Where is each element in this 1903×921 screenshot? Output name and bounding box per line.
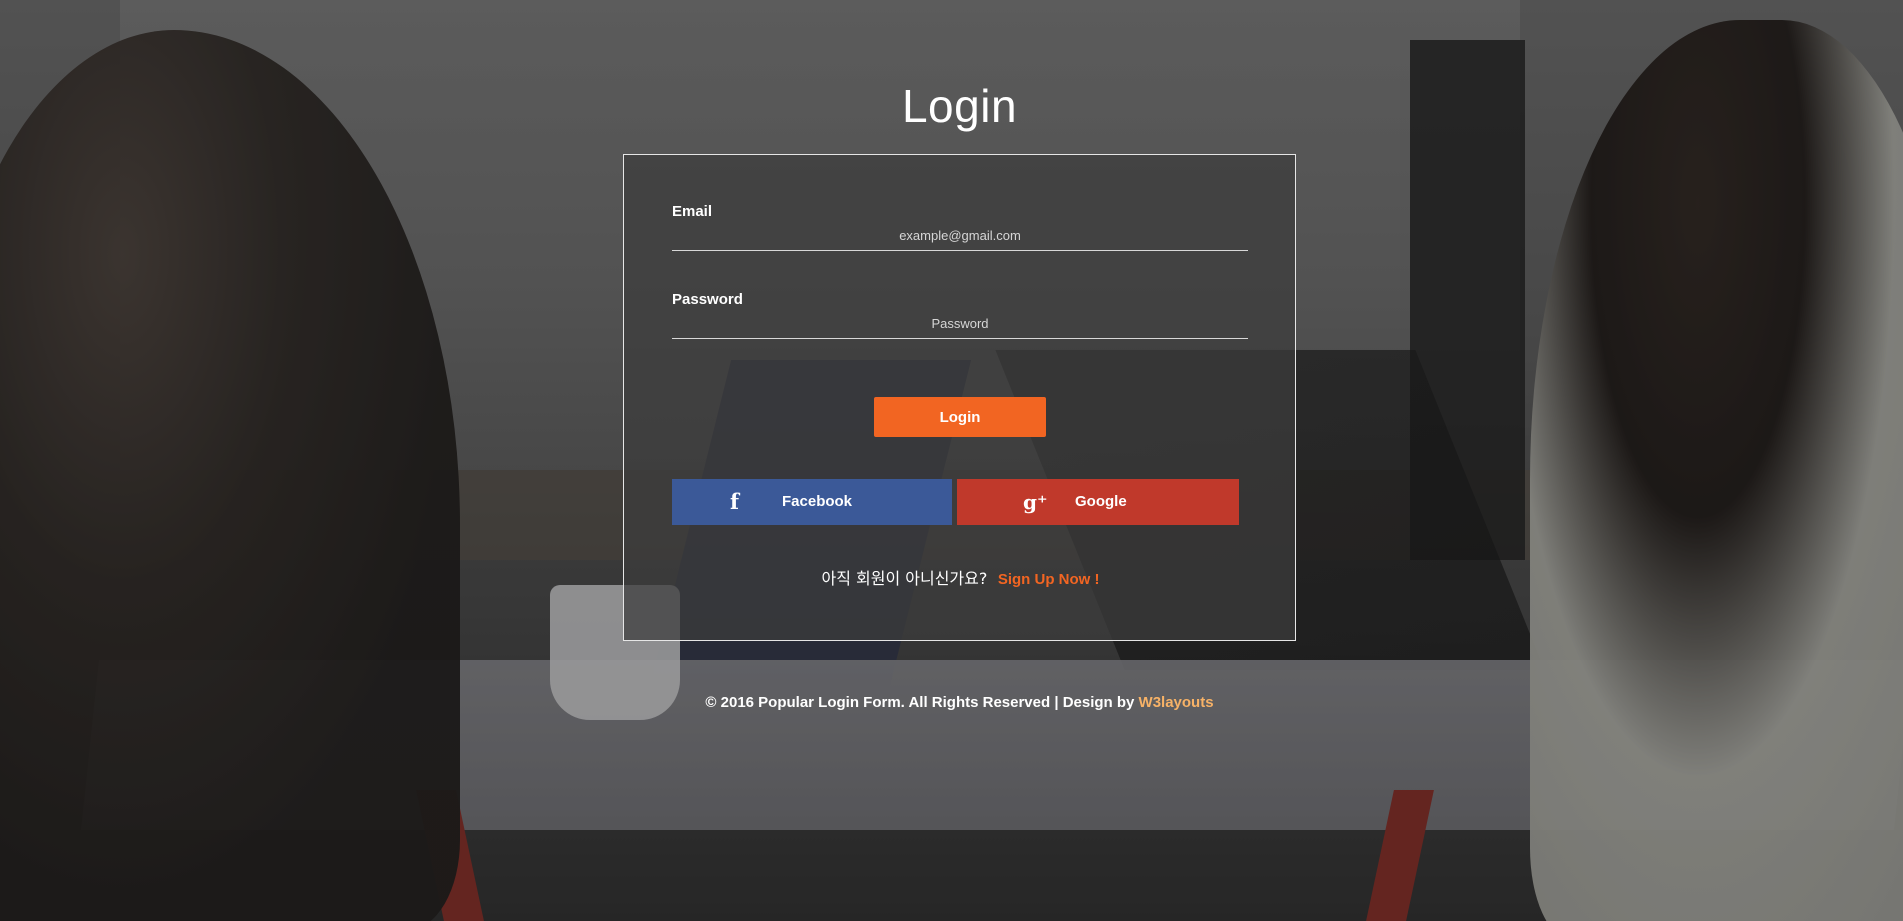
footer-link[interactable]: W3layouts: [1139, 694, 1214, 711]
email-field[interactable]: [672, 220, 1248, 251]
password-field[interactable]: [672, 308, 1248, 339]
login-button[interactable]: Login: [874, 397, 1046, 437]
google-login-button[interactable]: g⁺ Google: [957, 479, 1239, 525]
facebook-login-button[interactable]: f Facebook: [672, 479, 952, 525]
facebook-label: Facebook: [782, 493, 853, 510]
login-form: Email Password Login f Facebook g⁺ Googl…: [623, 154, 1296, 641]
footer-text: © 2016 Popular Login Form. All Rights Re…: [705, 694, 1135, 711]
signup-prompt: 아직 회원이 아니신가요?: [821, 569, 988, 588]
password-label: Password: [672, 291, 743, 308]
google-plus-icon: g⁺: [1023, 490, 1048, 514]
footer: © 2016 Popular Login Form. All Rights Re…: [0, 694, 1903, 711]
page-title: Login: [901, 79, 1018, 132]
facebook-icon: f: [730, 489, 740, 514]
google-label: Google: [1075, 493, 1127, 510]
signup-line: 아직 회원이 아니신가요? Sign Up Now !: [624, 565, 1297, 589]
signup-link[interactable]: Sign Up Now !: [998, 571, 1100, 588]
email-label: Email: [672, 203, 713, 220]
